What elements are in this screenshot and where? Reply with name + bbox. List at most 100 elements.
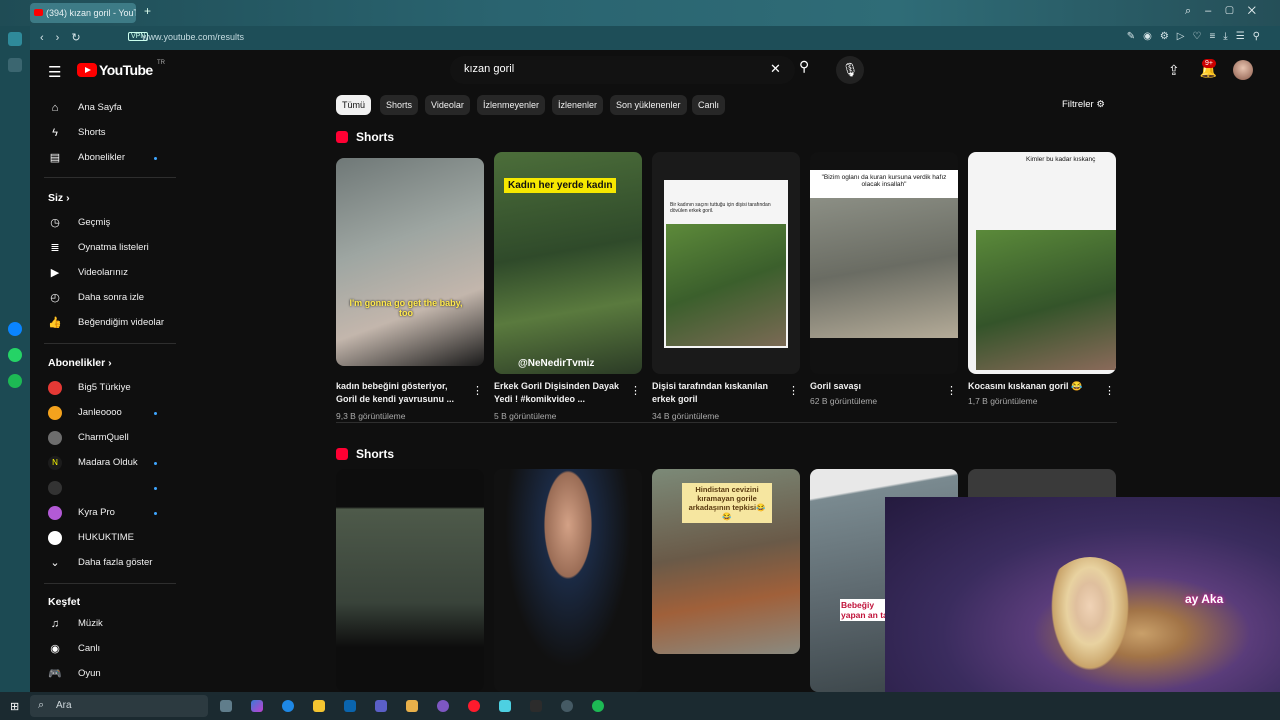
sidebar-item-subscriptions[interactable]: ▤ Abonelikler bbox=[44, 147, 176, 169]
chip-all[interactable]: Tümü bbox=[336, 95, 372, 115]
upload-icon[interactable]: ⇪ bbox=[1168, 62, 1180, 78]
whatsapp-icon[interactable] bbox=[8, 348, 22, 362]
chip-videos[interactable]: Videolar bbox=[425, 95, 470, 115]
new-content-dot bbox=[154, 412, 157, 415]
browser-sidebar bbox=[0, 26, 30, 692]
window-controls[interactable]: ⌕–▢✕ bbox=[1185, 5, 1270, 18]
short-thumbnail[interactable] bbox=[336, 469, 484, 692]
sidebar-item-live[interactable]: ◉ Canlı bbox=[44, 638, 176, 660]
app-icon[interactable] bbox=[499, 700, 511, 712]
home-icon[interactable] bbox=[8, 32, 22, 46]
new-content-dot bbox=[154, 462, 157, 465]
sidebar-item-music[interactable]: ♫ Müzik bbox=[44, 613, 176, 635]
hamburger-menu-icon[interactable]: ☰ bbox=[48, 63, 61, 81]
divider bbox=[44, 583, 176, 584]
sidebar-item-liked[interactable]: 👍 Beğendiğim videolar bbox=[44, 312, 176, 334]
short-title[interactable]: Kocasını kıskanan goril 😂 bbox=[968, 380, 1100, 393]
search-icon[interactable]: ⚲ bbox=[799, 58, 819, 78]
sidebar-sub-channel[interactable]: N Madara Olduk bbox=[44, 452, 176, 474]
chip-unwatched[interactable]: İzlenmeyenler bbox=[477, 95, 546, 115]
shorts-shelf-title: Shorts bbox=[336, 130, 394, 144]
short-title[interactable]: Erkek Goril Dişisinden Dayak Yedi ! #kom… bbox=[494, 380, 626, 406]
sidebar-show-more[interactable]: ⌄ Daha fazla göster bbox=[44, 552, 176, 574]
webcam-label: ay Aka bbox=[1185, 592, 1224, 606]
short-title[interactable]: Goril savaşı bbox=[810, 380, 942, 393]
chevron-down-icon: ⌄ bbox=[50, 557, 60, 569]
nav-buttons[interactable]: ‹›↻ bbox=[40, 31, 93, 44]
avatar[interactable] bbox=[1233, 60, 1253, 80]
channel-avatar: N bbox=[48, 456, 62, 470]
short-views: 9,3 B görüntüleme bbox=[336, 411, 406, 421]
opera-icon[interactable] bbox=[468, 700, 480, 712]
short-thumbnail[interactable]: Bir kadının saçını tuttuğu için dişisi t… bbox=[652, 152, 800, 374]
youtube-logo[interactable]: YouTube TR bbox=[77, 60, 177, 80]
live-icon: ◉ bbox=[50, 643, 60, 655]
folder-icon[interactable] bbox=[406, 700, 418, 712]
windows-start-icon[interactable]: ⊞ bbox=[10, 700, 19, 713]
sidebar-section-subscriptions[interactable]: Abonelikler › bbox=[48, 357, 112, 369]
divider bbox=[44, 343, 176, 344]
bookmark-icon[interactable] bbox=[8, 58, 22, 72]
task-view-icon[interactable] bbox=[220, 700, 232, 712]
sidebar-item-home[interactable]: ⌂ Ana Sayfa bbox=[44, 97, 176, 119]
address-bar: ‹›↻ VPN www.youtube.com/results ✎◉⚙▷♡≡⤓☰… bbox=[30, 26, 1280, 50]
sidebar-item-watch-later[interactable]: ◴ Daha sonra izle bbox=[44, 287, 176, 309]
explorer-icon[interactable] bbox=[313, 700, 325, 712]
new-content-dot bbox=[154, 487, 157, 490]
taskbar-search[interactable]: ⌕ Ara bbox=[30, 695, 208, 717]
shorts-shelf-title: Shorts bbox=[336, 447, 394, 461]
search-input[interactable]: kızan goril ✕ bbox=[450, 56, 795, 84]
new-content-dot bbox=[154, 157, 157, 160]
sidebar-item-playlists[interactable]: ≣ Oynatma listeleri bbox=[44, 237, 176, 259]
short-thumbnail[interactable]: Kimler bu kadar kıskanç bbox=[968, 152, 1116, 374]
spotify-icon[interactable] bbox=[592, 700, 604, 712]
short-title[interactable]: Dişisi tarafından kıskanılan erkek goril bbox=[652, 380, 784, 406]
spotify-icon[interactable] bbox=[8, 374, 22, 388]
webcam-overlay: ay Aka bbox=[885, 497, 1280, 692]
more-options-icon[interactable]: ⋮ bbox=[788, 384, 799, 397]
sidebar-item-gaming[interactable]: 🎮 Oyun bbox=[44, 663, 176, 685]
sidebar-sub-channel[interactable] bbox=[44, 477, 176, 499]
epic-games-icon[interactable] bbox=[530, 700, 542, 712]
more-options-icon[interactable]: ⋮ bbox=[472, 384, 483, 397]
shorts-logo-icon bbox=[336, 448, 348, 460]
app-icon[interactable] bbox=[437, 700, 449, 712]
sidebar-item-history[interactable]: ◷ Geçmiş bbox=[44, 212, 176, 234]
sidebar-section-you[interactable]: Siz › bbox=[48, 192, 70, 204]
chip-recently-uploaded[interactable]: Son yüklenenler bbox=[610, 95, 687, 115]
sidebar-item-shorts[interactable]: ϟ Shorts bbox=[44, 122, 176, 144]
short-thumbnail[interactable]: I'm gonna go get the baby, too bbox=[336, 158, 484, 366]
clear-search-icon[interactable]: ✕ bbox=[770, 61, 781, 77]
messenger-icon[interactable] bbox=[8, 322, 22, 336]
more-options-icon[interactable]: ⋮ bbox=[1104, 384, 1115, 397]
browser-tab[interactable]: (394) kızan goril - YouTube bbox=[30, 3, 136, 23]
new-tab-icon[interactable]: + bbox=[144, 4, 154, 18]
short-thumbnail[interactable]: Kadın her yerde kadın @NeNedirTvmiz bbox=[494, 152, 642, 374]
short-thumbnail[interactable]: Hindistan cevizini kıramayan gorile arka… bbox=[652, 469, 800, 654]
more-options-icon[interactable]: ⋮ bbox=[630, 384, 641, 397]
toolbar-icons[interactable]: ✎◉⚙▷♡≡⤓☰⚲ bbox=[1127, 31, 1268, 42]
channel-avatar bbox=[48, 406, 62, 420]
obs-icon[interactable] bbox=[561, 700, 573, 712]
sidebar-sub-channel[interactable]: HUKUKTIME bbox=[44, 527, 176, 549]
microphone-icon[interactable]: 🎙 bbox=[836, 56, 864, 84]
short-title[interactable]: kadın bebeğini gösteriyor, Goril de kend… bbox=[336, 380, 468, 406]
filters-button[interactable]: Filtreler ⚙ bbox=[1062, 99, 1105, 110]
copilot-icon[interactable] bbox=[251, 700, 263, 712]
chip-watched[interactable]: İzlenenler bbox=[552, 95, 604, 115]
sidebar-sub-channel[interactable]: CharmQuell bbox=[44, 427, 176, 449]
short-thumbnail[interactable]: "Bizim oglanı da kuran kursuna verdik ha… bbox=[810, 152, 958, 374]
teams-icon[interactable] bbox=[375, 700, 387, 712]
outlook-icon[interactable] bbox=[344, 700, 356, 712]
sidebar-item-your-videos[interactable]: ▶ Videolarınız bbox=[44, 262, 176, 284]
taskbar: ⊞ ⌕ Ara bbox=[0, 692, 1280, 720]
sidebar-sub-channel[interactable]: Kyra Pro bbox=[44, 502, 176, 524]
chip-live[interactable]: Canlı bbox=[692, 95, 726, 115]
sidebar-sub-channel[interactable]: Big5 Türkiye bbox=[44, 377, 176, 399]
short-thumbnail[interactable] bbox=[494, 469, 642, 692]
chip-shorts[interactable]: Shorts bbox=[380, 95, 419, 115]
edge-icon[interactable] bbox=[282, 700, 294, 712]
more-options-icon[interactable]: ⋮ bbox=[946, 384, 957, 397]
url-field[interactable]: www.youtube.com/results bbox=[142, 32, 244, 42]
sidebar-sub-channel[interactable]: Janleoooo bbox=[44, 402, 176, 424]
